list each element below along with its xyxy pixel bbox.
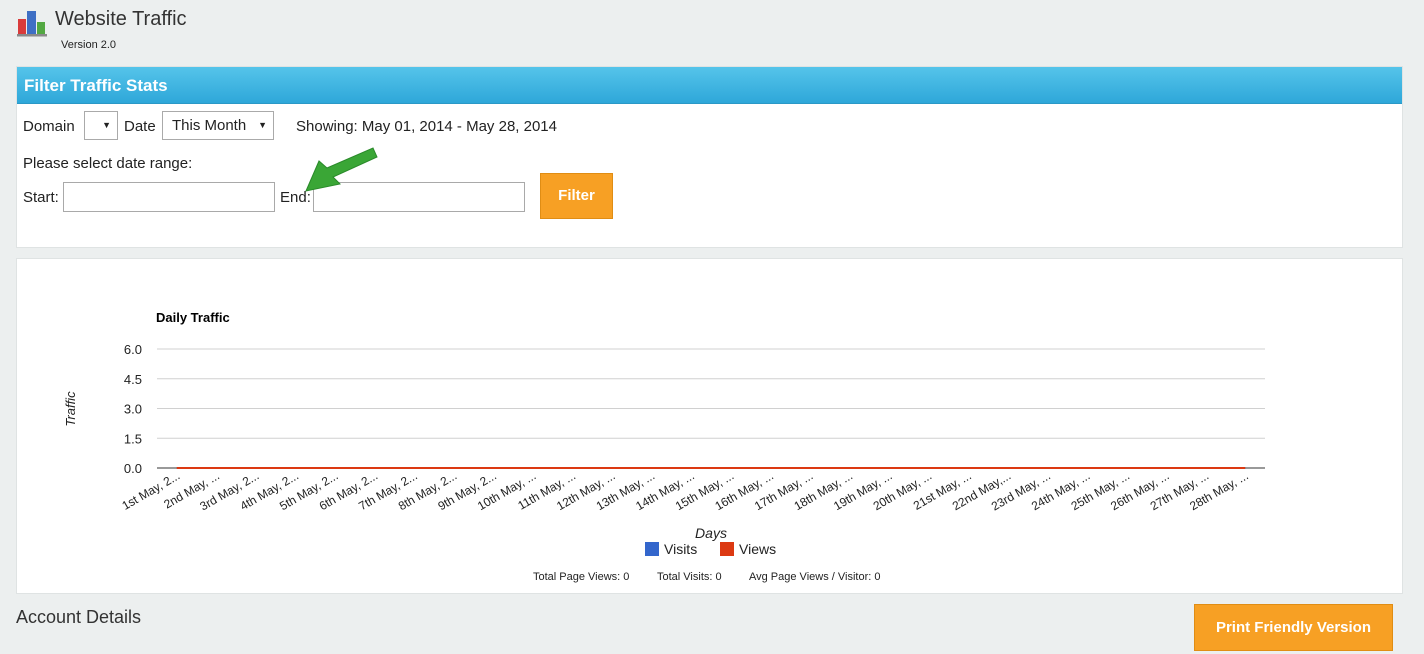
y-tick-label: 6.0: [124, 342, 142, 357]
panel-heading: Filter Traffic Stats: [17, 67, 1402, 104]
showing-range-text: Showing: May 01, 2014 - May 28, 2014: [296, 118, 557, 135]
app-title: Website Traffic: [55, 8, 187, 30]
date-select[interactable]: This Month ▼: [162, 111, 274, 140]
start-label: Start:: [23, 189, 59, 206]
legend-swatch-visits: [645, 542, 659, 556]
legend-label-visits[interactable]: Visits: [664, 541, 697, 557]
filter-button[interactable]: Filter: [540, 173, 613, 219]
bar-chart-logo-icon: [17, 11, 47, 37]
date-label: Date: [124, 118, 156, 135]
date-select-value: This Month: [172, 117, 247, 134]
domain-label: Domain: [23, 118, 75, 135]
chart-legend: Visits Views: [645, 541, 776, 557]
domain-select[interactable]: ▼: [84, 111, 118, 140]
y-tick-label: 3.0: [124, 402, 142, 417]
print-friendly-button[interactable]: Print Friendly Version: [1194, 604, 1393, 651]
daily-traffic-chart: Daily Traffic Traffic Days 6.0 4.5 3.0 1.5 0…: [63, 310, 1265, 583]
filter-panel: Filter Traffic Stats Domain ▼ Date This …: [16, 66, 1403, 248]
chevron-down-icon: ▼: [258, 120, 267, 130]
total-visits: Total Visits: 0: [657, 571, 722, 583]
start-date-input[interactable]: [63, 182, 275, 212]
range-prompt: Please select date range:: [23, 155, 193, 172]
y-tick-label: 1.5: [124, 431, 142, 446]
y-tick-label: 4.5: [124, 372, 142, 387]
total-page-views: Total Page Views: 0: [533, 571, 629, 583]
app-version: Version 2.0: [61, 39, 117, 51]
y-tick-label: 0.0: [124, 461, 142, 476]
avg-page-views: Avg Page Views / Visitor: 0: [749, 571, 880, 583]
green-arrow-icon: [305, 147, 378, 192]
chart-grid: [157, 348, 1265, 469]
chevron-down-icon: ▼: [102, 120, 111, 130]
y-tick-labels: 6.0 4.5 3.0 1.5 0.0: [124, 342, 142, 476]
chart-panel: Daily Traffic Traffic Days 6.0 4.5 3.0 1.5 0…: [16, 258, 1403, 594]
account-details-title: Account Details: [16, 607, 142, 627]
legend-label-views[interactable]: Views: [739, 541, 776, 557]
y-axis-label: Traffic: [63, 391, 78, 427]
x-axis-label: Days: [695, 525, 727, 541]
x-tick-labels: 1st May, 2...2nd May, ...3rd May, 2...4t…: [119, 468, 1250, 513]
legend-swatch-views: [720, 542, 734, 556]
chart-title: Daily Traffic: [156, 310, 230, 325]
